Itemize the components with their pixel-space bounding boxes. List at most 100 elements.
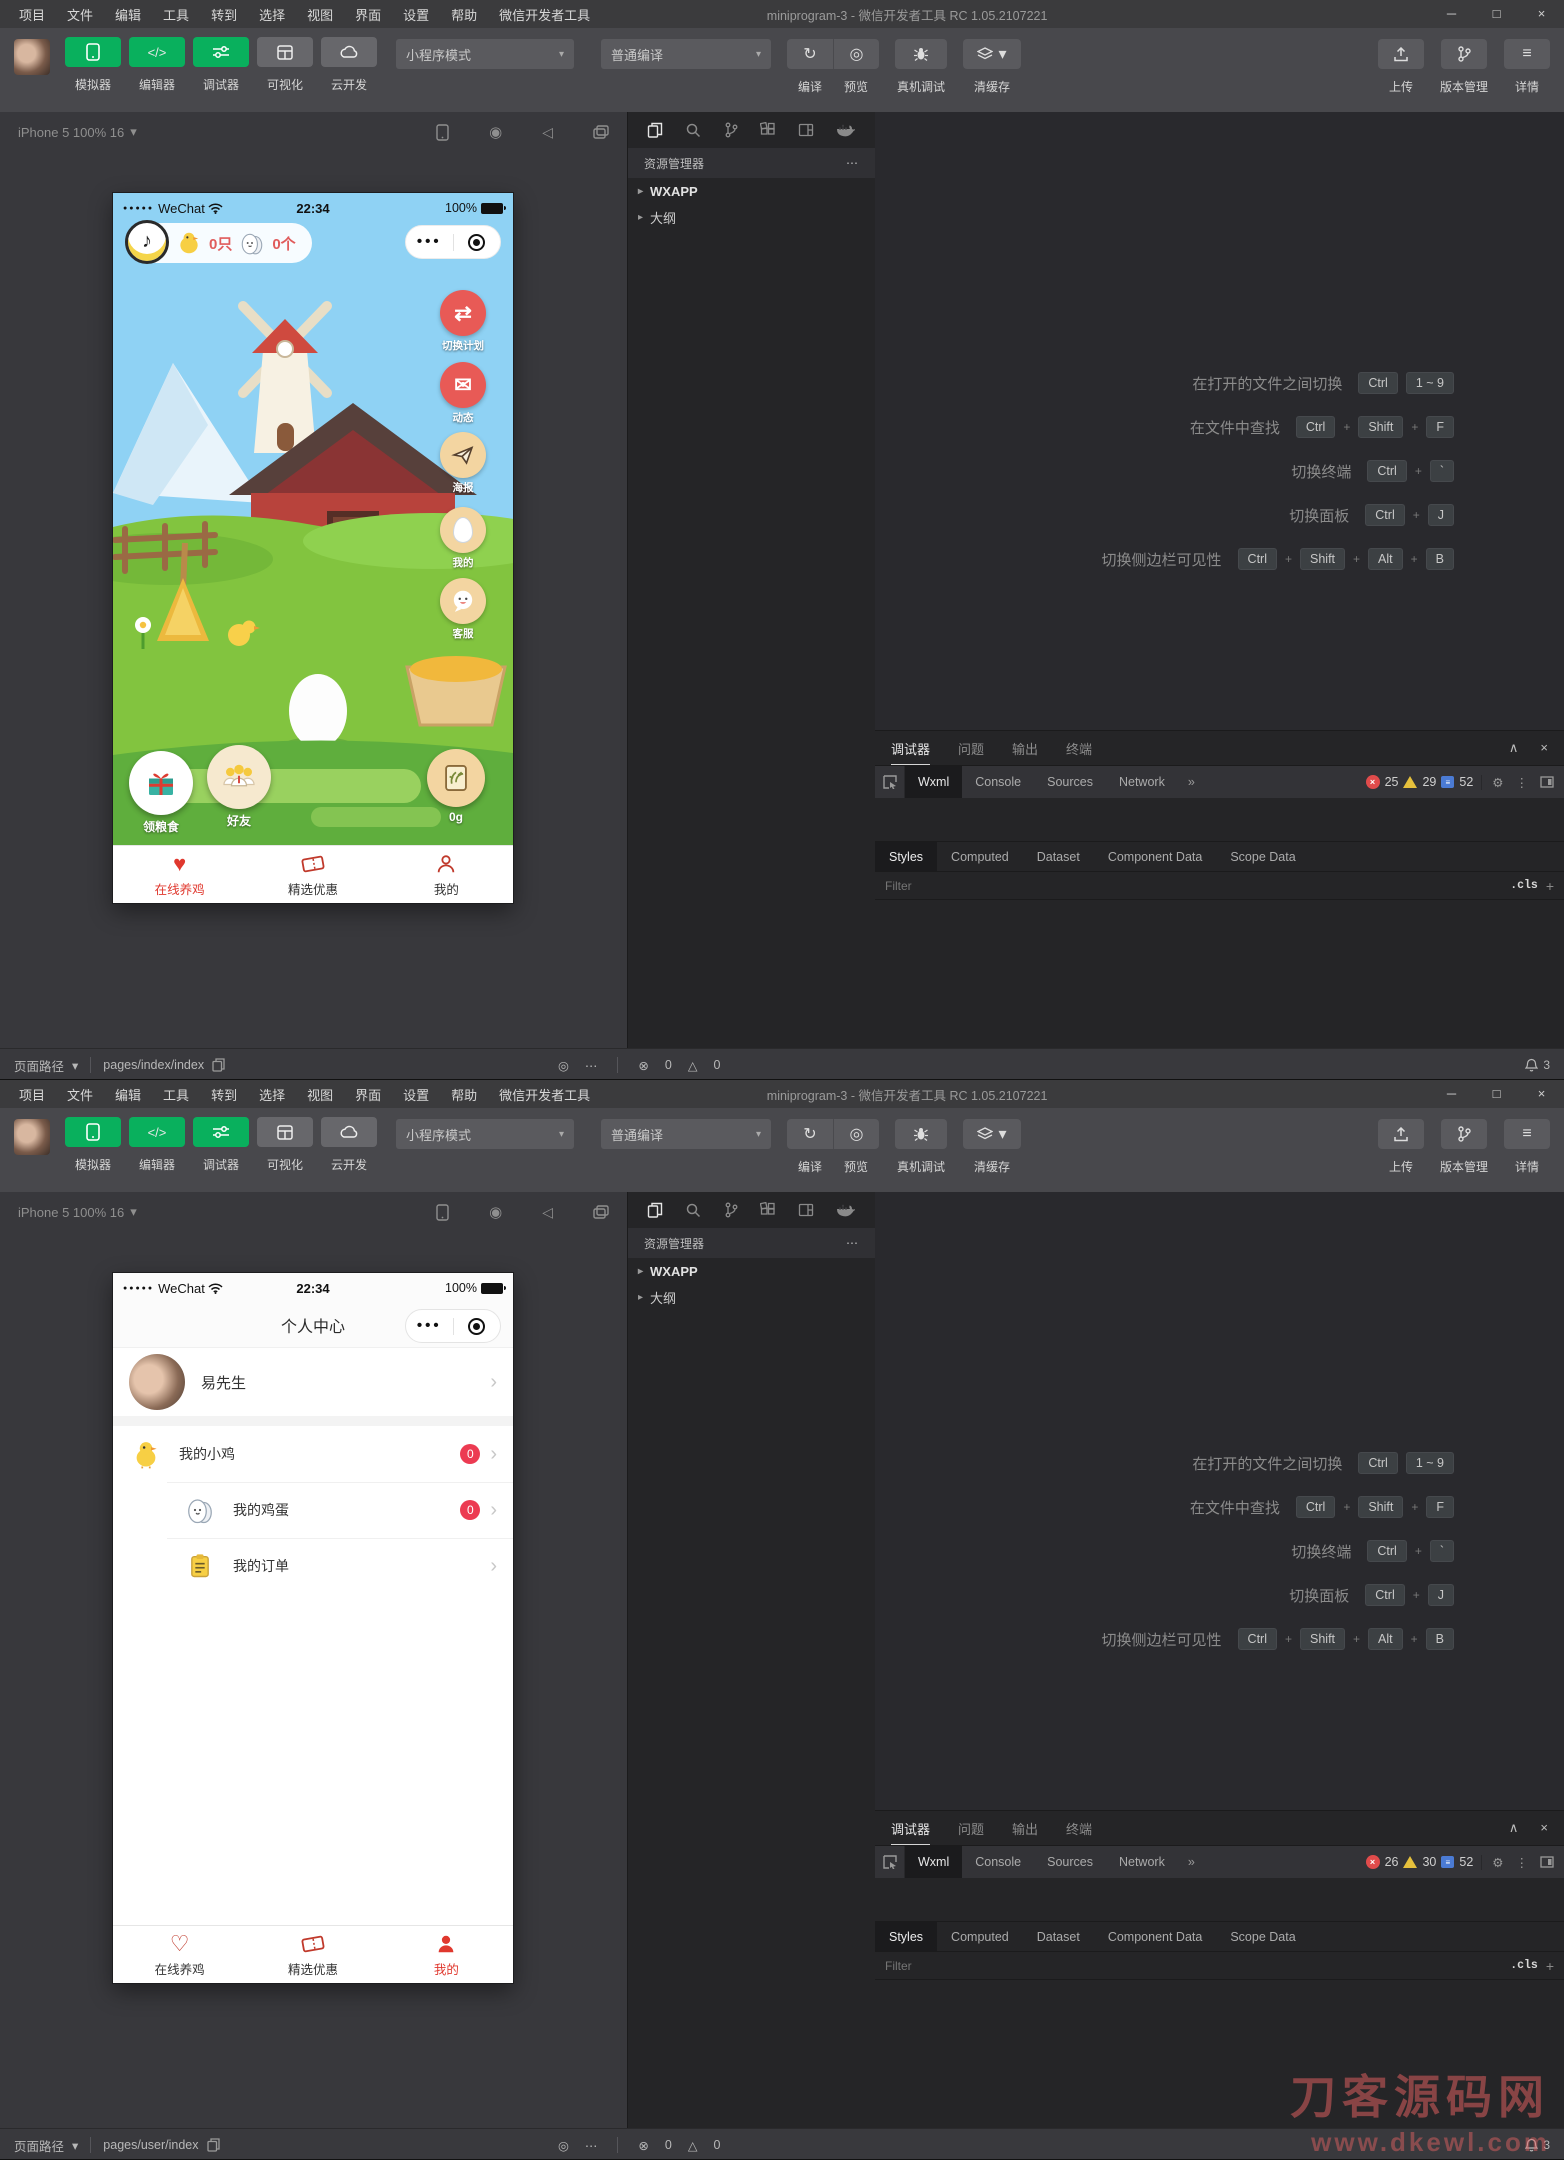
bell-icon[interactable] [1525, 1058, 1538, 1072]
menu-select[interactable]: 选择 [248, 1085, 296, 1104]
page-path-value[interactable]: pages/index/index [103, 1058, 204, 1072]
menu-file[interactable]: 文件 [56, 1085, 104, 1104]
collapse-panel-icon[interactable]: ∧ [1509, 740, 1519, 756]
source-control-icon[interactable] [723, 122, 739, 138]
styles-tab[interactable]: Styles [875, 1922, 937, 1951]
compile-button[interactable]: ↻ [787, 39, 833, 69]
styles-tab[interactable]: Styles [875, 842, 937, 871]
cls-toggle[interactable]: .cls [1510, 879, 1538, 892]
warning-status-count[interactable]: 0 [713, 2138, 720, 2152]
tab-problems[interactable]: 问题 [958, 739, 984, 758]
menu-view[interactable]: 视图 [296, 1085, 344, 1104]
menu-view[interactable]: 视图 [296, 5, 344, 24]
menu-edit[interactable]: 编辑 [104, 1085, 152, 1104]
devtab-wxml[interactable]: Wxml [905, 766, 962, 798]
component-data-tab[interactable]: Component Data [1094, 1922, 1217, 1951]
extensions-icon[interactable] [760, 122, 776, 138]
warning-status-count[interactable]: 0 [713, 1058, 720, 1072]
devtab-sources[interactable]: Sources [1034, 766, 1106, 798]
tree-item-outline[interactable]: ▸ 大纲 [628, 1284, 875, 1310]
menu-row-my-eggs[interactable]: 我的鸡蛋 0 › [113, 1482, 513, 1538]
menu-goto[interactable]: 转到 [200, 1085, 248, 1104]
tab-output[interactable]: 输出 [1012, 1819, 1038, 1838]
minimize-button[interactable]: ─ [1429, 1080, 1474, 1108]
feed-bag-button[interactable]: 0g [427, 749, 485, 824]
menu-project[interactable]: 项目 [8, 1085, 56, 1104]
devtools-settings-icon[interactable]: ⚙ [1492, 775, 1503, 790]
warning-count[interactable]: 30 [1422, 1855, 1436, 1869]
more-icon[interactable]: ⋯ [846, 156, 859, 170]
overflow-tabs-icon[interactable]: » [1178, 1855, 1205, 1869]
record-icon[interactable]: ◉ [489, 123, 502, 141]
files-icon[interactable] [647, 122, 663, 138]
record-icon[interactable]: ◉ [489, 1203, 502, 1221]
tab-farm[interactable]: ♡ 在线养鸡 [113, 1926, 246, 1983]
docker-whale-icon[interactable] [836, 123, 856, 138]
clear-cache-button[interactable]: ▾ [963, 39, 1021, 69]
remote-debug-button[interactable] [895, 1119, 947, 1149]
scope-data-tab[interactable]: Scope Data [1216, 1922, 1309, 1951]
component-data-tab[interactable]: Component Data [1094, 842, 1217, 871]
add-style-icon[interactable]: + [1546, 1958, 1554, 1974]
menu-project[interactable]: 项目 [8, 5, 56, 24]
menu-settings[interactable]: 设置 [392, 1085, 440, 1104]
notification-count[interactable]: 3 [1543, 2138, 1550, 2152]
menu-help[interactable]: 帮助 [440, 5, 488, 24]
close-miniprogram-button[interactable] [453, 234, 501, 251]
dock-side-icon[interactable] [1540, 776, 1554, 788]
more-icon[interactable]: ⋯ [846, 1236, 859, 1250]
styles-filter-input[interactable] [885, 879, 1502, 893]
error-status-count[interactable]: 0 [665, 1058, 672, 1072]
preview-button[interactable]: ◎ [833, 1119, 879, 1149]
float-service[interactable]: 客服 [435, 578, 491, 641]
tree-item-wxapp[interactable]: ▸ WXAPP [628, 178, 875, 204]
float-poster[interactable]: 海报 [435, 432, 491, 495]
docker-whale-icon[interactable] [836, 1203, 856, 1218]
version-manage-button[interactable]: 版本管理 [1440, 37, 1488, 95]
close-miniprogram-button[interactable] [453, 1318, 501, 1335]
compile-mode-dropdown[interactable]: 普通编译 ▾ [601, 1119, 771, 1149]
search-icon[interactable] [685, 1202, 701, 1218]
message-count[interactable]: 52 [1459, 1855, 1473, 1869]
dataset-tab[interactable]: Dataset [1023, 1922, 1094, 1951]
close-button[interactable]: × [1519, 1080, 1564, 1108]
float-switch-plan[interactable]: ⇄ 切换计划 [435, 290, 491, 353]
page-path-value[interactable]: pages/user/index [103, 2138, 198, 2152]
tab-mine[interactable]: 我的 [380, 1926, 513, 1983]
message-count[interactable]: 52 [1459, 775, 1473, 789]
menu-edit[interactable]: 编辑 [104, 5, 152, 24]
files-icon[interactable] [647, 1202, 663, 1218]
tab-problems[interactable]: 问题 [958, 1819, 984, 1838]
copy-icon[interactable] [212, 1058, 225, 1072]
compile-button[interactable]: ↻ [787, 1119, 833, 1149]
maximize-button[interactable]: □ [1474, 1080, 1519, 1108]
profile-row[interactable]: 易先生 › [113, 1348, 513, 1426]
menu-help[interactable]: 帮助 [440, 1085, 488, 1104]
debugger-toggle[interactable]: 调试器 [190, 37, 252, 93]
editor-toggle[interactable]: </> 编辑器 [126, 1117, 188, 1173]
menu-wechat-devtools[interactable]: 微信开发者工具 [488, 5, 601, 24]
version-manage-button[interactable]: 版本管理 [1440, 1117, 1488, 1175]
cloud-dev-toggle[interactable]: 云开发 [318, 1117, 380, 1173]
more-icon[interactable]: ⋯ [585, 2138, 598, 2153]
error-count[interactable]: 25 [1385, 775, 1399, 789]
computed-tab[interactable]: Computed [937, 1922, 1023, 1951]
debugger-toggle[interactable]: 调试器 [190, 1117, 252, 1173]
friends-button[interactable]: 好友 [207, 745, 271, 829]
music-icon[interactable]: ♪ [125, 220, 169, 264]
add-style-icon[interactable]: + [1546, 878, 1554, 894]
screenshot-icon[interactable] [593, 1205, 609, 1219]
visualization-toggle[interactable]: 可视化 [254, 37, 316, 93]
device-selector[interactable]: iPhone 5 100% 16 [18, 1205, 124, 1220]
devtab-network[interactable]: Network [1106, 1846, 1178, 1878]
rotate-device-icon[interactable] [436, 1204, 449, 1221]
devtab-sources[interactable]: Sources [1034, 1846, 1106, 1878]
devtools-settings-icon[interactable]: ⚙ [1492, 1855, 1503, 1870]
copy-icon[interactable] [207, 2138, 220, 2152]
more-vertical-icon[interactable]: ⋮ [1516, 1855, 1529, 1870]
tree-item-wxapp[interactable]: ▸ WXAPP [628, 1258, 875, 1284]
devtab-console[interactable]: Console [962, 1846, 1034, 1878]
user-avatar[interactable] [14, 1119, 50, 1155]
cls-toggle[interactable]: .cls [1510, 1959, 1538, 1972]
window-icon[interactable] [798, 1202, 814, 1218]
